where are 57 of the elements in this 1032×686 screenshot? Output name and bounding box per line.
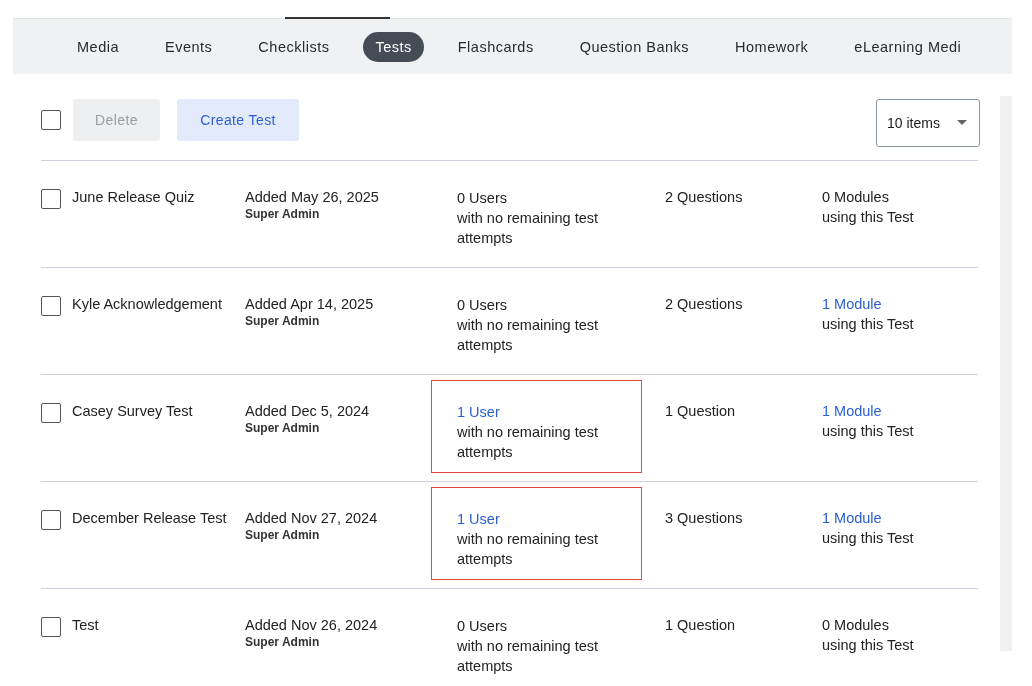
users-note: with no remaining test attempts bbox=[457, 530, 600, 569]
question-count: 1 Question bbox=[665, 617, 736, 633]
added-date: Added Nov 27, 2024 bbox=[245, 509, 379, 528]
added-by: Super Admin bbox=[245, 421, 321, 435]
row-checkbox[interactable] bbox=[41, 403, 61, 423]
question-count: 3 Questions bbox=[665, 510, 743, 526]
modules-note: using this Test bbox=[822, 636, 914, 655]
modules-link[interactable]: 1 Module bbox=[822, 401, 882, 421]
added-by: Super Admin bbox=[245, 314, 321, 328]
modules-count: 0 Modules bbox=[822, 188, 889, 207]
added-date: Added Dec 5, 2024 bbox=[245, 402, 371, 421]
question-count: 1 Question bbox=[665, 403, 736, 419]
test-name: December Release Test bbox=[72, 510, 227, 526]
tab[interactable]: Homework bbox=[723, 31, 821, 62]
users-link[interactable]: 1 User bbox=[457, 402, 500, 422]
caret-icon bbox=[957, 120, 967, 126]
modules-note: using this Test bbox=[822, 315, 914, 334]
row-checkbox[interactable] bbox=[41, 296, 61, 316]
tab[interactable]: Tests bbox=[363, 31, 424, 62]
modules-link[interactable]: 1 Module bbox=[822, 294, 882, 314]
added-date: Added Nov 26, 2024 bbox=[245, 616, 379, 635]
users-count: 0 Users bbox=[457, 617, 507, 636]
tab[interactable]: Media bbox=[65, 31, 131, 62]
modules-note: using this Test bbox=[822, 529, 914, 548]
modules-note: using this Test bbox=[822, 422, 914, 441]
users-note: with no remaining test attempts bbox=[457, 423, 600, 462]
row-checkbox[interactable] bbox=[41, 189, 61, 209]
modules-note: using this Test bbox=[822, 208, 914, 227]
added-date: Added Apr 14, 2025 bbox=[245, 295, 375, 314]
modules-link[interactable]: 1 Module bbox=[822, 508, 882, 528]
tab[interactable]: Flashcards bbox=[445, 31, 546, 62]
create-test-button[interactable]: Create Test bbox=[177, 99, 299, 141]
tab[interactable]: Question Banks bbox=[567, 31, 702, 62]
users-note: with no remaining test attempts bbox=[457, 316, 600, 355]
page-size-dropdown[interactable]: 10 items bbox=[876, 99, 980, 147]
users-link[interactable]: 1 User bbox=[457, 509, 500, 529]
row-checkbox[interactable] bbox=[41, 510, 61, 530]
test-name: Test bbox=[72, 617, 99, 633]
users-count: 0 Users bbox=[457, 296, 507, 315]
users-note: with no remaining test attempts bbox=[457, 209, 600, 248]
test-name: June Release Quiz bbox=[72, 189, 195, 205]
question-count: 2 Questions bbox=[665, 296, 743, 312]
users-note: with no remaining test attempts bbox=[457, 637, 600, 676]
row-checkbox[interactable] bbox=[41, 617, 61, 637]
added-by: Super Admin bbox=[245, 635, 321, 649]
modules-count: 0 Modules bbox=[822, 616, 889, 635]
test-name: Casey Survey Test bbox=[72, 403, 193, 419]
added-by: Super Admin bbox=[245, 528, 321, 542]
question-count: 2 Questions bbox=[665, 189, 743, 205]
tab[interactable]: eLearning Medi bbox=[842, 31, 974, 62]
users-count: 0 Users bbox=[457, 189, 507, 208]
tab[interactable]: Events bbox=[153, 31, 225, 62]
added-by: Super Admin bbox=[245, 207, 321, 221]
select-all-checkbox[interactable] bbox=[41, 110, 61, 130]
test-name: Kyle Acknowledgement bbox=[72, 296, 222, 312]
tab[interactable]: Checklists bbox=[246, 31, 342, 62]
added-date: Added May 26, 2025 bbox=[245, 188, 380, 207]
